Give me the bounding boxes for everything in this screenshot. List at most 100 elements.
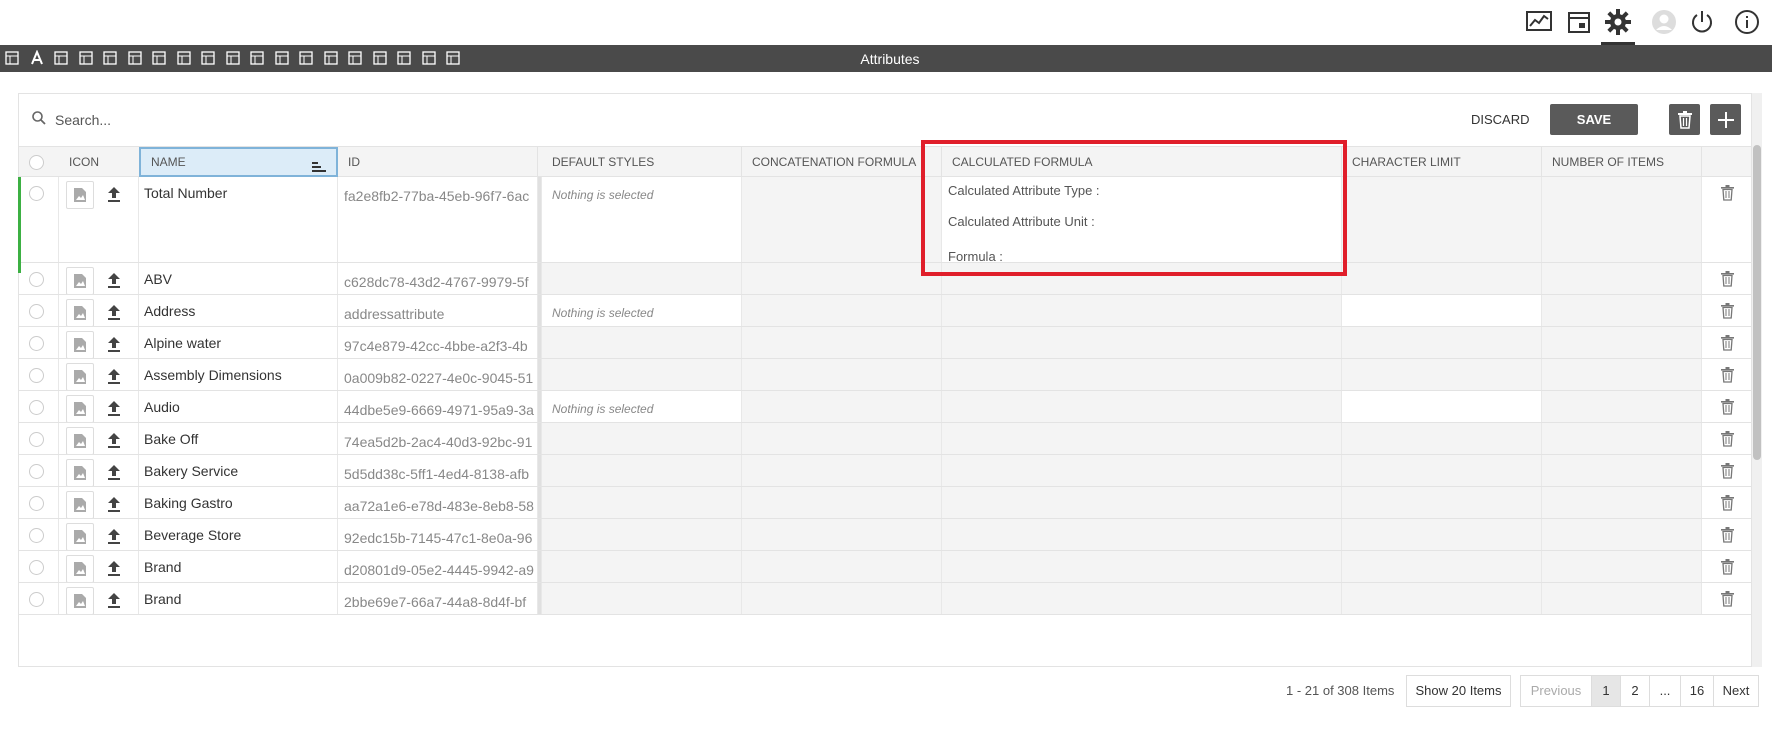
number-of-items-cell[interactable] <box>1542 487 1702 518</box>
concatenation-formula-cell[interactable] <box>742 263 942 294</box>
trash-icon[interactable] <box>1718 558 1736 576</box>
number-of-items-cell[interactable] <box>1542 295 1702 326</box>
vertical-scrollbar-thumb[interactable] <box>1753 145 1761 460</box>
calculated-formula-cell[interactable] <box>942 487 1342 518</box>
character-limit-cell[interactable] <box>1342 423 1542 454</box>
table-row[interactable]: ABV c628dc78-43d2-4767-9979-5f <box>19 263 1751 295</box>
id-cell[interactable]: c628dc78-43d2-4767-9979-5f <box>338 263 538 294</box>
name-cell[interactable]: Alpine water <box>139 327 338 358</box>
concatenation-formula-cell[interactable] <box>742 551 942 582</box>
page-size-button[interactable]: Show 20 Items <box>1406 675 1511 707</box>
calculated-formula-cell[interactable] <box>942 519 1342 550</box>
page-1-button[interactable]: 1 <box>1591 675 1621 707</box>
row-checkbox[interactable] <box>29 186 44 201</box>
calculated-formula-cell[interactable] <box>942 295 1342 326</box>
id-cell[interactable]: 0a009b82-0227-4e0c-9045-51 <box>338 359 538 390</box>
calculated-formula-cell[interactable] <box>942 455 1342 486</box>
image-icon[interactable] <box>66 363 94 390</box>
calculated-formula-cell[interactable] <box>942 551 1342 582</box>
row-checkbox[interactable] <box>29 272 44 287</box>
row-checkbox[interactable] <box>29 336 44 351</box>
default-styles-cell[interactable] <box>542 551 742 582</box>
number-of-items-cell[interactable] <box>1542 455 1702 486</box>
name-cell[interactable]: Baking Gastro <box>139 487 338 518</box>
default-styles-cell[interactable] <box>542 359 742 390</box>
calculated-formula-cell[interactable] <box>942 391 1342 422</box>
row-checkbox[interactable] <box>29 464 44 479</box>
upload-icon[interactable] <box>105 495 123 513</box>
concatenation-formula-cell[interactable] <box>742 391 942 422</box>
upload-icon[interactable] <box>105 591 123 609</box>
upload-icon[interactable] <box>105 431 123 449</box>
trash-icon[interactable] <box>1718 494 1736 512</box>
next-page-button[interactable]: Next <box>1713 675 1759 707</box>
table-row[interactable]: Brand 2bbe69e7-66a7-44a8-8d4f-bf <box>19 583 1751 615</box>
table-row[interactable]: Brand d20801d9-05e2-4445-9942-a9 <box>19 551 1751 583</box>
default-styles-cell[interactable] <box>542 519 742 550</box>
concatenation-formula-cell[interactable] <box>742 455 942 486</box>
id-cell[interactable]: 74ea5d2b-2ac4-40d3-92bc-91 <box>338 423 538 454</box>
calculated-formula-cell[interactable] <box>942 263 1342 294</box>
image-icon[interactable] <box>66 491 94 518</box>
concatenation-formula-cell[interactable] <box>742 519 942 550</box>
character-limit-cell[interactable] <box>1342 359 1542 390</box>
upload-icon[interactable] <box>105 303 123 321</box>
calc-type-label[interactable]: Calculated Attribute Type : <box>948 183 1100 198</box>
trash-icon[interactable] <box>1718 270 1736 288</box>
id-cell[interactable]: addressattribute <box>338 295 538 326</box>
concatenation-formula-cell[interactable] <box>742 423 942 454</box>
search-input[interactable] <box>55 108 455 132</box>
image-icon[interactable] <box>66 555 94 582</box>
trash-icon[interactable] <box>1718 590 1736 608</box>
calc-unit-label[interactable]: Calculated Attribute Unit : <box>948 214 1095 229</box>
concatenation-formula-cell[interactable] <box>742 487 942 518</box>
id-cell[interactable]: 5d5dd38c-5ff1-4ed4-8138-afb <box>338 455 538 486</box>
id-cell[interactable]: 2bbe69e7-66a7-44a8-8d4f-bf <box>338 583 538 614</box>
number-of-items-cell[interactable] <box>1542 391 1702 422</box>
name-cell[interactable]: Bake Off <box>139 423 338 454</box>
number-of-items-cell[interactable] <box>1542 423 1702 454</box>
trash-icon[interactable] <box>1718 398 1736 416</box>
select-all-checkbox[interactable] <box>29 155 44 170</box>
number-of-items-cell[interactable] <box>1542 519 1702 550</box>
number-of-items-cell[interactable] <box>1542 177 1702 262</box>
save-button[interactable]: SAVE <box>1550 104 1638 135</box>
name-cell[interactable]: Address <box>139 295 338 326</box>
column-header-name[interactable]: NAME <box>139 147 338 177</box>
row-checkbox[interactable] <box>29 592 44 607</box>
default-styles-cell[interactable]: Nothing is selected <box>542 391 742 422</box>
trash-icon[interactable] <box>1718 430 1736 448</box>
image-icon[interactable] <box>66 587 94 614</box>
calculated-formula-cell[interactable] <box>942 423 1342 454</box>
trash-icon[interactable] <box>1718 334 1736 352</box>
page-ellipsis-button[interactable]: ... <box>1649 675 1681 707</box>
column-header-id[interactable]: ID <box>338 147 538 177</box>
name-cell[interactable]: Bakery Service <box>139 455 338 486</box>
id-cell[interactable]: 44dbe5e9-6669-4971-95a9-3a <box>338 391 538 422</box>
character-limit-cell[interactable] <box>1342 519 1542 550</box>
id-cell[interactable]: 92edc15b-7145-47c1-8e0a-96 <box>338 519 538 550</box>
default-styles-cell[interactable]: Nothing is selected <box>542 177 742 262</box>
concatenation-formula-cell[interactable] <box>742 327 942 358</box>
id-cell[interactable]: fa2e8fb2-77ba-45eb-96f7-6ac <box>338 177 538 262</box>
calculated-formula-cell[interactable] <box>942 359 1342 390</box>
name-cell[interactable]: ABV <box>139 263 338 294</box>
trash-icon[interactable] <box>1718 526 1736 544</box>
number-of-items-cell[interactable] <box>1542 551 1702 582</box>
id-cell[interactable]: d20801d9-05e2-4445-9942-a9 <box>338 551 538 582</box>
table-row[interactable]: Bake Off 74ea5d2b-2ac4-40d3-92bc-91 <box>19 423 1751 455</box>
default-styles-cell[interactable] <box>542 487 742 518</box>
name-cell[interactable]: Total Number <box>139 177 338 262</box>
delete-button[interactable] <box>1669 104 1700 135</box>
page-2-button[interactable]: 2 <box>1620 675 1650 707</box>
default-styles-cell[interactable]: Nothing is selected <box>542 295 742 326</box>
table-row[interactable]: Assembly Dimensions 0a009b82-0227-4e0c-90… <box>19 359 1751 391</box>
add-button[interactable] <box>1710 104 1741 135</box>
image-icon[interactable] <box>66 459 94 486</box>
concatenation-formula-cell[interactable] <box>742 177 942 262</box>
upload-icon[interactable] <box>105 559 123 577</box>
gear-icon[interactable] <box>1604 8 1632 36</box>
table-row[interactable]: Baking Gastro aa72a1e6-e78d-483e-8eb8-58 <box>19 487 1751 519</box>
row-checkbox[interactable] <box>29 560 44 575</box>
calculated-formula-cell[interactable] <box>942 327 1342 358</box>
